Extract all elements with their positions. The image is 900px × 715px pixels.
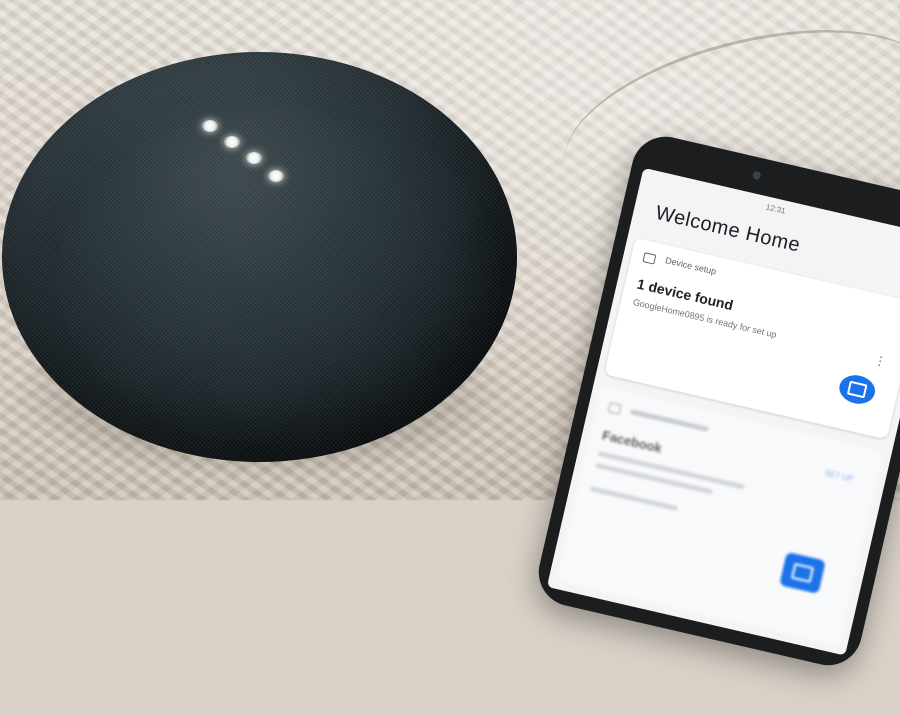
- text-placeholder: [589, 486, 679, 512]
- speaker-led: [224, 136, 240, 148]
- facebook-heading: Facebook: [600, 427, 664, 456]
- cast-device-button[interactable]: [836, 371, 878, 408]
- speaker-led: [202, 120, 218, 132]
- device-setup-label: Device setup: [664, 255, 718, 277]
- smart-speaker: [2, 52, 517, 462]
- set-up-link[interactable]: SET UP: [824, 468, 854, 483]
- speaker-led: [246, 152, 262, 164]
- front-camera: [751, 170, 762, 181]
- status-time: 12:31: [764, 202, 787, 216]
- cast-device-icon: [846, 380, 868, 399]
- device-badge-icon: [790, 562, 815, 583]
- card-icon: [607, 402, 622, 415]
- card-label-placeholder: [629, 409, 709, 432]
- speaker-led: [268, 170, 284, 182]
- device-badge-button[interactable]: [779, 551, 826, 594]
- more-vert-icon[interactable]: ⋮: [873, 353, 888, 369]
- device-setup-icon: [642, 252, 657, 265]
